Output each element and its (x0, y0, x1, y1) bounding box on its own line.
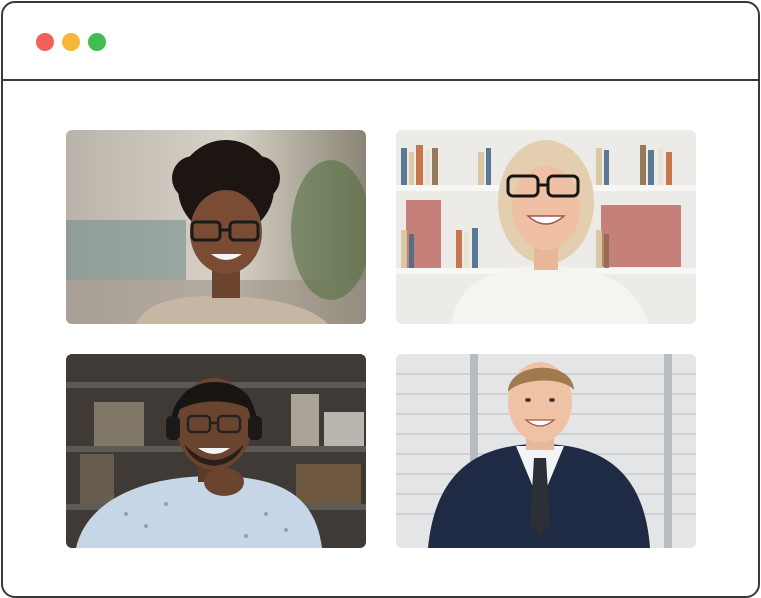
video-call-window (1, 1, 760, 598)
participant-video-3 (66, 354, 366, 548)
participant-tile-1[interactable] (66, 130, 366, 324)
participant-tile-3[interactable] (66, 354, 366, 548)
maximize-window-button[interactable] (88, 33, 106, 51)
close-window-button[interactable] (36, 33, 54, 51)
participant-video-4 (396, 354, 696, 548)
minimize-window-button[interactable] (62, 33, 80, 51)
title-bar (3, 3, 758, 81)
participant-tile-4[interactable] (396, 354, 696, 548)
participant-video-1 (66, 130, 366, 324)
participant-video-2 (396, 130, 696, 324)
participant-tile-2[interactable] (396, 130, 696, 324)
